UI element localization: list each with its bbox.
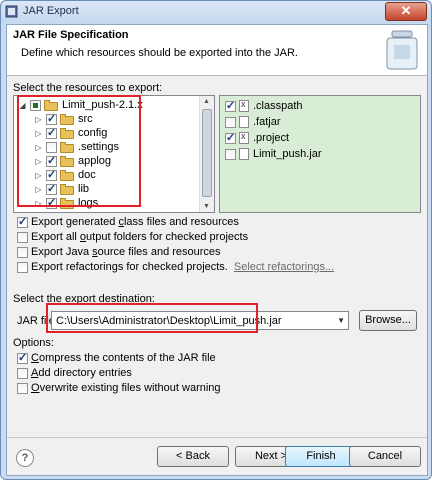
option-label-text: ompress the contents of the JAR file [38, 352, 216, 364]
option-row[interactable]: Overwrite existing files without warning [17, 381, 221, 395]
option-mnemonic: C [31, 352, 39, 364]
option-label-text: lass files and resources [123, 216, 239, 228]
select-refactorings-link[interactable]: Select refactorings... [234, 261, 334, 273]
file-item-checkbox[interactable] [225, 148, 236, 160]
option-label-text: Export all [31, 231, 80, 243]
dialog-client-area: JAR File Specification Define which reso… [6, 24, 428, 476]
option-label: Compress the contents of the JAR file [31, 352, 216, 364]
option-row[interactable]: Compress the contents of the JAR file [17, 351, 216, 365]
option-row[interactable]: Export generated class files and resourc… [17, 215, 239, 229]
back-button[interactable]: < Back [157, 446, 229, 467]
file-item-checkbox[interactable] [225, 99, 236, 112]
resources-label: Select the resources to export: [13, 82, 163, 94]
option-label-text: verwrite existing files without warning [39, 382, 221, 394]
tree-scrollbar[interactable]: ▲ ▼ [199, 96, 214, 212]
xml-file-icon [239, 99, 249, 112]
browse-button[interactable]: Browse... [359, 310, 417, 331]
file-item-label: .classpath [253, 100, 303, 112]
option-checkbox[interactable] [17, 231, 28, 243]
option-label-text: dd directory entries [38, 367, 132, 379]
option-label: Add directory entries [31, 367, 132, 379]
title-bar[interactable]: JAR Export ✕ [1, 1, 431, 23]
option-mnemonic: O [31, 382, 40, 394]
option-label-text: Export generated [31, 216, 119, 228]
file-item-label: .fatjar [253, 116, 281, 128]
option-label-text: ource files and resources [97, 246, 221, 258]
close-icon: ✕ [400, 3, 412, 18]
scroll-down-icon[interactable]: ▼ [203, 203, 210, 210]
cancel-label: Cancel [367, 450, 403, 462]
option-label: Overwrite existing files without warning [31, 382, 221, 394]
file-item[interactable]: .classpath [225, 99, 303, 113]
option-label: Export refactorings for checked projects… [31, 261, 228, 273]
option-row[interactable]: Export Java source files and resources [17, 245, 221, 259]
jar-file-icon [239, 148, 249, 160]
option-label-text: Export refactorings for checked projects… [31, 261, 228, 273]
close-button[interactable]: ✕ [385, 2, 427, 21]
xml-file-icon [239, 131, 249, 144]
option-checkbox[interactable] [17, 367, 28, 379]
option-checkbox[interactable] [17, 246, 28, 258]
help-icon[interactable]: ? [16, 449, 34, 467]
option-label: Export Java source files and resources [31, 246, 221, 258]
file-item-checkbox[interactable] [225, 116, 236, 128]
scroll-up-icon[interactable]: ▲ [203, 98, 210, 105]
file-item-label: .project [253, 132, 290, 144]
annotation-box-destination [46, 303, 258, 333]
eclipse-app-icon [5, 5, 18, 18]
option-label-text: Export Java [31, 246, 93, 258]
options-label: Options: [13, 337, 54, 349]
file-item[interactable]: Limit_push.jar [225, 147, 321, 161]
option-row[interactable]: Export all output folders for checked pr… [17, 230, 248, 244]
file-item[interactable]: .project [225, 131, 289, 145]
finish-button[interactable]: Finish [285, 446, 357, 467]
file-item[interactable]: .fatjar [225, 115, 281, 129]
option-label: Export all output folders for checked pr… [31, 231, 248, 243]
option-label-text: utput folders for checked projects [86, 231, 249, 243]
page-title: JAR File Specification [13, 29, 129, 41]
window-title: JAR Export [23, 5, 79, 17]
annotation-box-tree [17, 95, 141, 207]
jar-export-window: JAR Export ✕ JAR File Specification Defi… [0, 0, 432, 480]
option-checkbox[interactable] [17, 215, 28, 228]
option-checkbox[interactable] [17, 351, 28, 364]
option-label: Export generated class files and resourc… [31, 216, 239, 228]
next-label: Next > [254, 450, 288, 462]
button-bar-separator [7, 437, 427, 438]
file-item-checkbox[interactable] [225, 131, 236, 144]
scroll-thumb[interactable] [202, 109, 212, 197]
wizard-banner: JAR File Specification Define which reso… [7, 25, 427, 76]
finish-label: Finish [306, 450, 336, 462]
page-description: Define which resources should be exporte… [21, 47, 298, 59]
chevron-down-icon[interactable]: ▼ [337, 316, 345, 325]
option-checkbox[interactable] [17, 382, 28, 394]
option-row[interactable]: Export refactorings for checked projects… [17, 260, 334, 274]
file-item-label: Limit_push.jar [253, 148, 322, 160]
option-row[interactable]: Add directory entries [17, 366, 132, 380]
cancel-button[interactable]: Cancel [349, 446, 421, 467]
resource-file-list[interactable]: .classpath .fatjar .project Limit_push.jar [219, 95, 421, 213]
option-checkbox[interactable] [17, 261, 28, 273]
jar-icon [386, 30, 418, 70]
file-icon [239, 116, 249, 128]
back-label: < Back [176, 450, 210, 462]
